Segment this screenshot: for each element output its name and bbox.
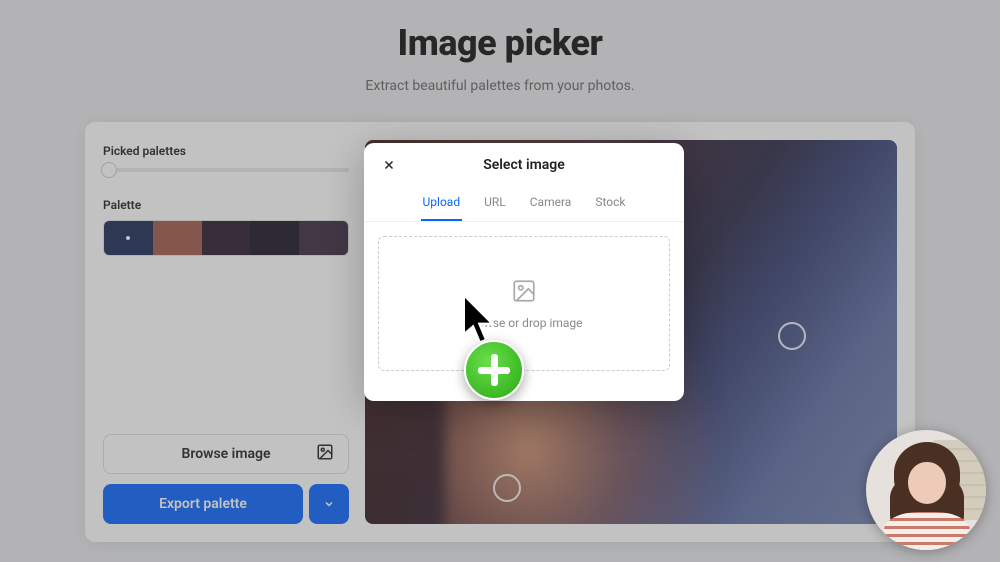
browse-image-button[interactable]: Browse image <box>103 434 349 474</box>
dropzone-text: Browse or drop image <box>465 316 582 330</box>
tab-camera[interactable]: Camera <box>528 187 574 221</box>
color-picker-2[interactable] <box>493 474 521 502</box>
palette-row <box>103 220 349 256</box>
color-picker-1[interactable] <box>778 322 806 350</box>
picked-palettes-label: Picked palettes <box>103 144 349 158</box>
tab-stock[interactable]: Stock <box>593 187 627 221</box>
export-palette-label: Export palette <box>159 496 247 512</box>
presenter-webcam <box>866 430 986 550</box>
slider-thumb[interactable] <box>101 162 117 178</box>
modal-title: Select image <box>364 157 684 173</box>
swatch-2[interactable] <box>202 221 251 255</box>
swatch-3[interactable] <box>250 221 299 255</box>
upload-dropzone[interactable]: Browse or drop image <box>378 236 670 371</box>
browse-image-label: Browse image <box>181 446 270 462</box>
chevron-down-icon <box>323 498 335 510</box>
page-title: Image picker <box>0 0 1000 64</box>
export-palette-button[interactable]: Export palette <box>103 484 303 524</box>
swatch-1[interactable] <box>153 221 202 255</box>
image-icon <box>316 443 334 465</box>
close-icon <box>382 158 396 172</box>
left-panel: Picked palettes Palette Browse image Exp… <box>103 140 349 524</box>
modal-tabs: Upload URL Camera Stock <box>364 187 684 222</box>
palette-slider[interactable] <box>103 168 349 172</box>
tab-url[interactable]: URL <box>482 187 508 221</box>
tab-upload[interactable]: Upload <box>421 187 463 221</box>
add-icon <box>464 340 524 400</box>
close-button[interactable] <box>376 152 402 178</box>
page-subtitle: Extract beautiful palettes from your pho… <box>0 78 1000 94</box>
swatch-4[interactable] <box>299 221 348 255</box>
image-placeholder-icon <box>511 278 537 308</box>
select-image-modal: Select image Upload URL Camera Stock Bro… <box>364 143 684 401</box>
export-dropdown-button[interactable] <box>309 484 349 524</box>
swatch-0[interactable] <box>104 221 153 255</box>
palette-section-label: Palette <box>103 198 349 212</box>
